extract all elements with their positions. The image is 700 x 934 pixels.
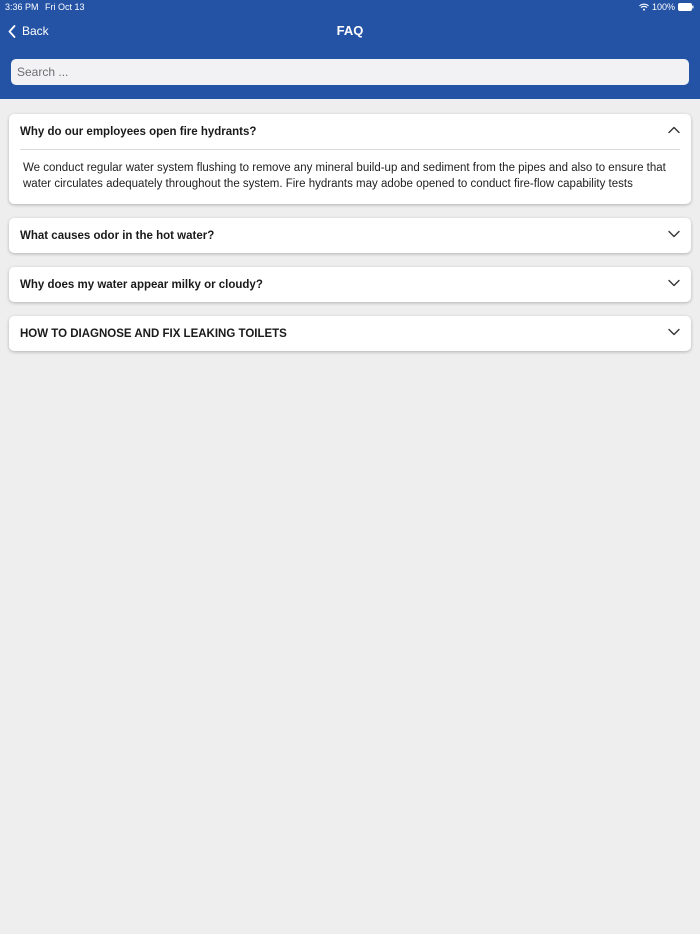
status-time: 3:36 PM (5, 2, 39, 12)
faq-question-header[interactable]: Why do our employees open fire hydrants? (9, 114, 691, 149)
faq-question-text: Why does my water appear milky or cloudy… (20, 278, 263, 291)
faq-question-header[interactable]: Why does my water appear milky or cloudy… (9, 267, 691, 302)
faq-list: Why do our employees open fire hydrants?… (9, 114, 691, 365)
chevron-down-icon (668, 230, 680, 238)
app-header: 3:36 PM Fri Oct 13 100% Back FAQ Search … (0, 0, 700, 99)
faq-question-header[interactable]: HOW TO DIAGNOSE AND FIX LEAKING TOILETS (9, 316, 691, 351)
faq-question-text: HOW TO DIAGNOSE AND FIX LEAKING TOILETS (20, 327, 287, 340)
chevron-up-icon (668, 126, 680, 134)
navigation-bar: Back FAQ (0, 17, 700, 45)
status-indicators: 100% (639, 0, 694, 14)
search-input[interactable] (11, 59, 689, 85)
page-title: FAQ (336, 23, 364, 38)
faq-answer-text: We conduct regular water system flushing… (20, 149, 680, 204)
chevron-down-icon (668, 279, 680, 287)
faq-item: Why do our employees open fire hydrants?… (9, 114, 691, 204)
faq-item: Why does my water appear milky or cloudy… (9, 267, 691, 302)
battery-icon (678, 3, 694, 11)
faq-question-text: Why do our employees open fire hydrants? (20, 125, 257, 138)
faq-item: HOW TO DIAGNOSE AND FIX LEAKING TOILETS (9, 316, 691, 351)
faq-question-text: What causes odor in the hot water? (20, 229, 215, 242)
battery-percentage: 100% (651, 2, 675, 12)
status-bar: 3:36 PM Fri Oct 13 100% (0, 0, 700, 14)
status-date: Fri Oct 13 (45, 2, 85, 12)
wifi-icon (639, 3, 649, 11)
faq-question-header[interactable]: What causes odor in the hot water? (9, 218, 691, 253)
faq-item: What causes odor in the hot water? (9, 218, 691, 253)
chevron-down-icon (668, 328, 680, 336)
